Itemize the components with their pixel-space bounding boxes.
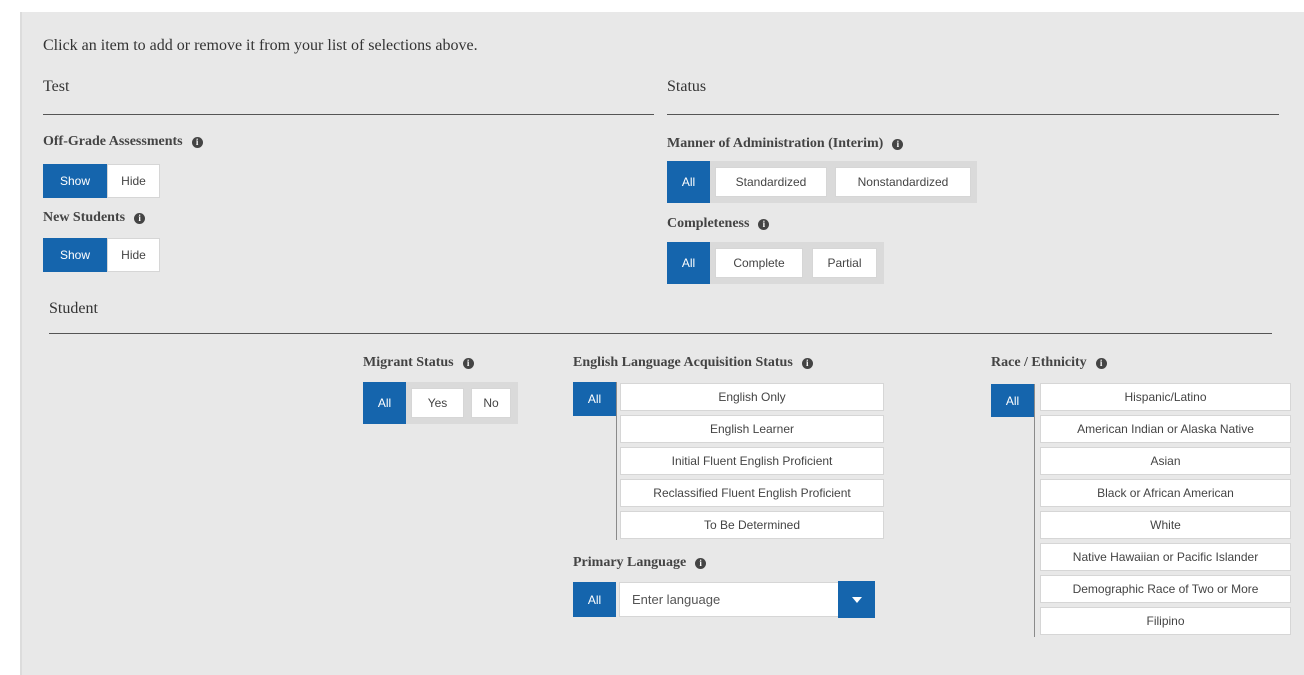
caret-down-icon bbox=[851, 596, 862, 603]
ela-label: English Language Acquisition Status i bbox=[573, 355, 813, 371]
ela-option-english-learner[interactable]: English Learner bbox=[620, 415, 884, 443]
manner-label-text: Manner of Administration (Interim) bbox=[667, 136, 884, 151]
divider bbox=[49, 333, 1272, 334]
info-icon[interactable]: i bbox=[134, 212, 146, 224]
info-icon[interactable]: i bbox=[892, 138, 904, 150]
race-option-hispanic-latino[interactable]: Hispanic/Latino bbox=[1040, 383, 1291, 411]
migrant-no-button[interactable]: No bbox=[471, 388, 511, 418]
info-icon[interactable]: i bbox=[695, 557, 707, 569]
info-icon[interactable]: i bbox=[1095, 357, 1107, 369]
instructions-text: Click an item to add or remove it from y… bbox=[43, 37, 478, 54]
off-grade-hide-button[interactable]: Hide bbox=[107, 164, 160, 198]
race-option-two-or-more[interactable]: Demographic Race of Two or More bbox=[1040, 575, 1291, 603]
off-grade-label: Off-Grade Assessments i bbox=[43, 134, 203, 150]
off-grade-show-button[interactable]: Show bbox=[43, 164, 107, 198]
migrant-label-text: Migrant Status bbox=[363, 355, 454, 370]
race-label-text: Race / Ethnicity bbox=[991, 355, 1087, 370]
language-search-input[interactable] bbox=[619, 582, 838, 617]
race-option-black[interactable]: Black or African American bbox=[1040, 479, 1291, 507]
info-icon[interactable]: i bbox=[462, 357, 474, 369]
migrant-label: Migrant Status i bbox=[363, 355, 474, 371]
new-students-hide-button[interactable]: Hide bbox=[107, 238, 160, 272]
list-separator bbox=[616, 382, 617, 540]
list-separator bbox=[1034, 384, 1035, 637]
ela-all-button[interactable]: All bbox=[573, 382, 616, 416]
race-label: Race / Ethnicity i bbox=[991, 355, 1107, 371]
primary-language-label: Primary Language i bbox=[573, 555, 707, 571]
completeness-label-text: Completeness bbox=[667, 216, 750, 231]
divider bbox=[43, 114, 654, 115]
manner-label: Manner of Administration (Interim) i bbox=[667, 136, 904, 152]
manner-nonstandardized-button[interactable]: Nonstandardized bbox=[835, 167, 971, 197]
race-option-white[interactable]: White bbox=[1040, 511, 1291, 539]
new-students-show-button[interactable]: Show bbox=[43, 238, 107, 272]
race-option-asian[interactable]: Asian bbox=[1040, 447, 1291, 475]
completeness-all-button[interactable]: All bbox=[667, 242, 710, 284]
info-icon[interactable]: i bbox=[801, 357, 813, 369]
race-option-filipino[interactable]: Filipino bbox=[1040, 607, 1291, 635]
ela-option-reclassified-fluent[interactable]: Reclassified Fluent English Proficient bbox=[620, 479, 884, 507]
race-all-button[interactable]: All bbox=[991, 384, 1034, 417]
divider bbox=[667, 114, 1279, 115]
new-students-label-text: New Students bbox=[43, 210, 126, 225]
race-option-american-indian[interactable]: American Indian or Alaska Native bbox=[1040, 415, 1291, 443]
completeness-label: Completeness i bbox=[667, 216, 770, 232]
completeness-complete-button[interactable]: Complete bbox=[715, 248, 803, 278]
migrant-all-button[interactable]: All bbox=[363, 382, 406, 424]
ela-option-to-be-determined[interactable]: To Be Determined bbox=[620, 511, 884, 539]
section-title-student: Student bbox=[49, 300, 98, 317]
off-grade-label-text: Off-Grade Assessments bbox=[43, 134, 183, 149]
manner-all-button[interactable]: All bbox=[667, 161, 710, 203]
info-icon[interactable]: i bbox=[758, 218, 770, 230]
language-dropdown-button[interactable] bbox=[838, 581, 875, 618]
section-title-test: Test bbox=[43, 78, 70, 95]
completeness-partial-button[interactable]: Partial bbox=[812, 248, 877, 278]
ela-option-initial-fluent[interactable]: Initial Fluent English Proficient bbox=[620, 447, 884, 475]
manner-standardized-button[interactable]: Standardized bbox=[715, 167, 827, 197]
info-icon[interactable]: i bbox=[191, 136, 203, 148]
migrant-yes-button[interactable]: Yes bbox=[411, 388, 464, 418]
primary-language-all-button[interactable]: All bbox=[573, 582, 616, 617]
ela-label-text: English Language Acquisition Status bbox=[573, 355, 793, 370]
ela-option-english-only[interactable]: English Only bbox=[620, 383, 884, 411]
new-students-label: New Students i bbox=[43, 210, 146, 226]
section-title-status: Status bbox=[667, 78, 707, 95]
primary-language-label-text: Primary Language bbox=[573, 555, 687, 570]
race-option-native-hawaiian[interactable]: Native Hawaiian or Pacific Islander bbox=[1040, 543, 1291, 571]
